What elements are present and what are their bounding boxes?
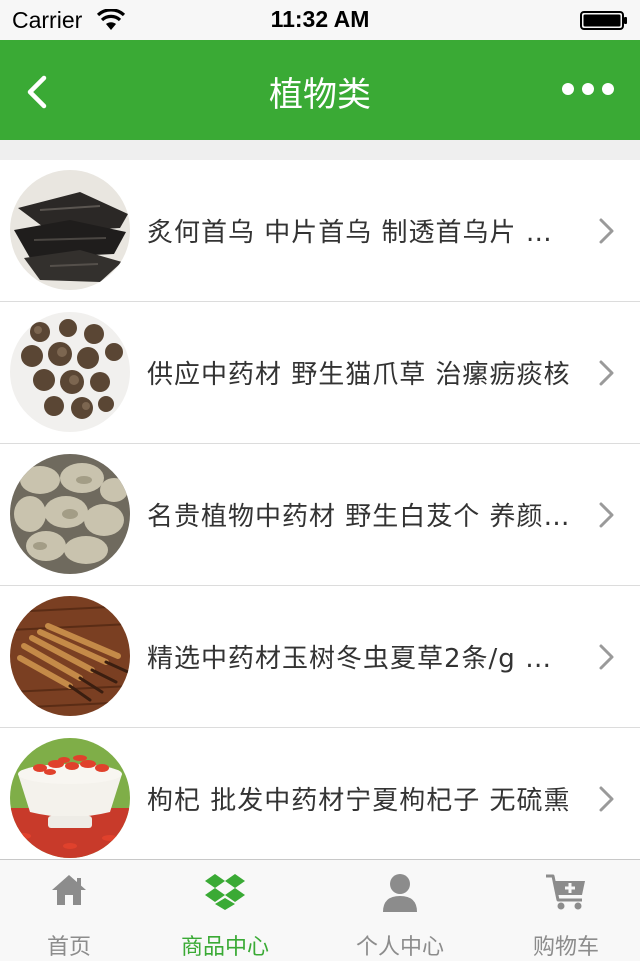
home-icon — [52, 875, 86, 905]
product-title: 炙何首乌 中片首乌 制透首乌片 药用正品 美发乌发 250g — [147, 218, 577, 248]
tab-label: 购物车 — [532, 935, 599, 960]
tab-profile[interactable]: 个人中心 — [320, 860, 480, 961]
tab-label: 首页 — [46, 935, 91, 960]
chevron-right-icon — [599, 786, 614, 812]
tab-bar: 首页 商品中心 个人中心 购物车 — [0, 859, 640, 961]
tab-home[interactable]: 首页 — [0, 860, 138, 961]
product-title: 精选中药材玉树冬虫夏草2条/g 包邮 — [147, 644, 577, 674]
status-bar: Carrier 11:32 AM — [0, 0, 640, 40]
product-image — [10, 312, 130, 432]
more-options-button[interactable] — [556, 76, 620, 102]
product-item[interactable]: 炙何首乌 中片首乌 制透首乌片 药用正品 美发乌发 250g — [0, 160, 640, 302]
user-icon — [383, 874, 417, 912]
chevron-right-icon — [599, 502, 614, 528]
product-title: 名贵植物中药材 野生白芨个 养颜美容 — [147, 502, 577, 532]
product-image — [10, 454, 130, 574]
tab-label: 个人中心 — [355, 935, 444, 960]
tab-cart[interactable]: 购物车 — [492, 860, 640, 961]
product-title: 供应中药材 野生猫爪草 治瘰疬痰核 — [147, 360, 571, 390]
dropbox-icon — [205, 874, 245, 910]
product-image — [10, 170, 130, 290]
status-time: 11:32 AM — [270, 6, 370, 32]
battery-icon — [580, 11, 627, 30]
product-title: 枸杞 批发中药材宁夏枸杞子 无硫熏 — [147, 786, 571, 816]
product-image — [10, 738, 130, 858]
product-item[interactable]: 精选中药材玉树冬虫夏草2条/g 包邮 — [0, 586, 640, 728]
chevron-right-icon — [599, 218, 614, 244]
product-item[interactable]: 供应中药材 野生猫爪草 治瘰疬痰核 — [0, 302, 640, 444]
product-image — [10, 596, 130, 716]
tab-label: 商品中心 — [180, 935, 269, 960]
product-item[interactable]: 名贵植物中药材 野生白芨个 养颜美容 — [0, 444, 640, 586]
product-item[interactable]: 枸杞 批发中药材宁夏枸杞子 无硫熏 — [0, 728, 640, 870]
chevron-right-icon — [599, 644, 614, 670]
cart-icon — [546, 874, 585, 910]
chevron-right-icon — [599, 360, 614, 386]
nav-bar: 植物类 — [0, 40, 640, 140]
tab-products[interactable]: 商品中心 — [146, 860, 304, 961]
product-list: 炙何首乌 中片首乌 制透首乌片 药用正品 美发乌发 250g 供应中药材 野生猫… — [0, 160, 640, 870]
page-title: 植物类 — [269, 75, 371, 115]
